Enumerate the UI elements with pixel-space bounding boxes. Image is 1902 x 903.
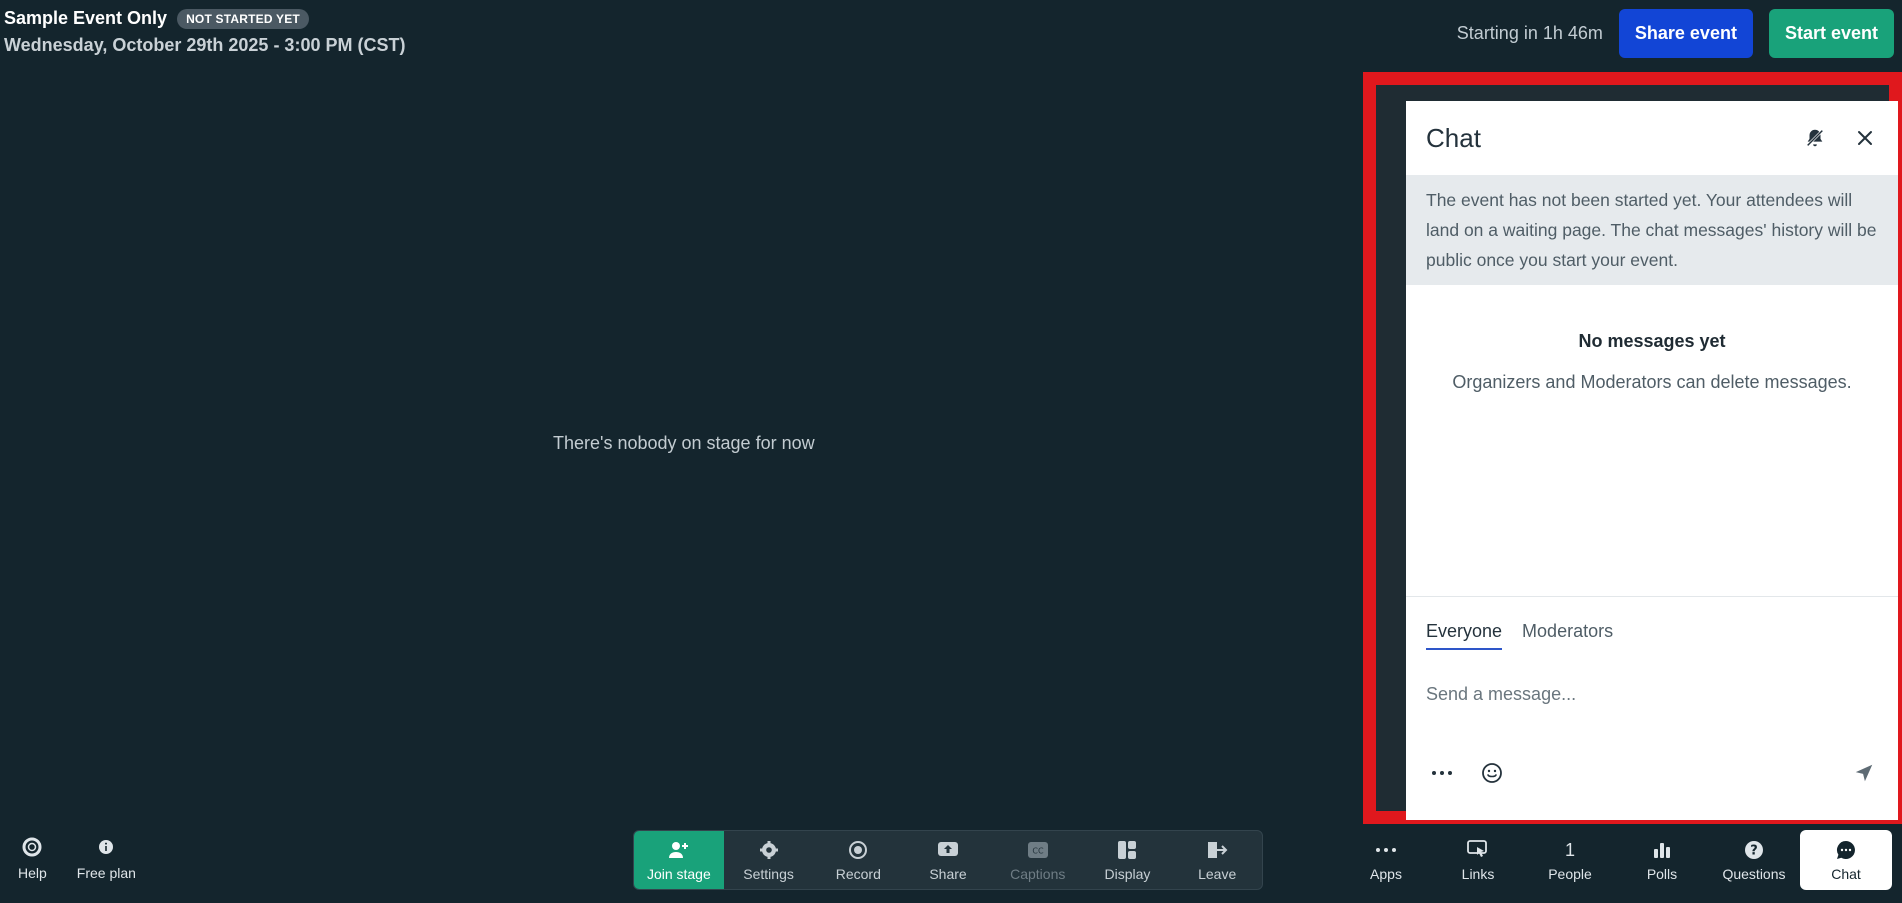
bottom-right-bar: Apps Links 1 People Polls ? Questions Ch… <box>1340 830 1892 890</box>
captions-button[interactable]: CC Captions <box>993 831 1083 889</box>
people-button[interactable]: 1 People <box>1524 830 1616 890</box>
chat-highlight-frame: Chat The event has not been started yet.… <box>1363 72 1902 824</box>
captions-icon: CC <box>1027 838 1049 862</box>
more-icon <box>1375 838 1397 862</box>
countdown-text: Starting in 1h 46m <box>1456 23 1603 43</box>
chat-divider <box>1406 596 1898 597</box>
tab-moderators[interactable]: Moderators <box>1522 621 1613 650</box>
start-event-button[interactable]: Start event <box>1768 9 1894 58</box>
leave-button[interactable]: Leave <box>1172 831 1262 889</box>
people-count: 1 <box>1564 839 1575 860</box>
questions-label: Questions <box>1722 866 1786 882</box>
share-screen-button[interactable]: Share <box>903 831 993 889</box>
tab-everyone[interactable]: Everyone <box>1426 621 1503 650</box>
free-plan-label: Free plan <box>76 865 136 881</box>
link-cursor-icon <box>1467 838 1489 862</box>
lifebuoy-icon <box>22 835 42 859</box>
event-header: Sample Event Only NOT STARTED YET Wednes… <box>4 8 405 56</box>
chat-button[interactable]: Chat <box>1800 830 1892 890</box>
leave-icon <box>1206 838 1228 862</box>
join-stage-label: Join stage <box>646 866 711 882</box>
status-badge: NOT STARTED YET <box>177 8 309 29</box>
join-stage-button[interactable]: Join stage <box>634 831 724 889</box>
chat-empty-title: No messages yet <box>1578 331 1726 351</box>
more-options-icon[interactable] <box>1426 757 1458 789</box>
info-icon <box>98 835 114 859</box>
chat-notice: The event has not been started yet. Your… <box>1406 175 1898 285</box>
chat-empty-subtitle: Organizers and Moderators can delete mes… <box>1452 372 1852 392</box>
close-icon[interactable] <box>1852 125 1878 151</box>
help-label: Help <box>18 865 47 881</box>
free-plan-button[interactable]: Free plan <box>77 835 136 881</box>
question-icon: ? <box>1744 838 1764 862</box>
screen-share-icon <box>937 838 959 862</box>
display-label: Display <box>1104 866 1151 882</box>
links-button[interactable]: Links <box>1432 830 1524 890</box>
chat-label: Chat <box>1831 866 1861 882</box>
svg-text:CC: CC <box>1032 847 1044 856</box>
chat-header: Chat <box>1406 101 1898 175</box>
help-button[interactable]: Help <box>18 835 47 881</box>
questions-button[interactable]: ? Questions <box>1708 830 1800 890</box>
stage-empty-message: There's nobody on stage for now <box>553 433 815 453</box>
user-plus-icon <box>668 838 690 862</box>
display-button[interactable]: Display <box>1083 831 1173 889</box>
share-label: Share <box>929 866 967 882</box>
chat-tabs: Everyone Moderators <box>1426 621 1613 650</box>
layout-icon <box>1117 838 1137 862</box>
event-title: Sample Event Only <box>4 8 168 28</box>
stage-toolbar: Join stage Settings Record Share CC Capt… <box>633 830 1263 890</box>
polls-button[interactable]: Polls <box>1616 830 1708 890</box>
chat-empty-state: No messages yet Organizers and Moderator… <box>1406 331 1898 393</box>
bottom-left-bar: Help Free plan <box>18 835 136 881</box>
share-event-button[interactable]: Share event <box>1618 9 1753 58</box>
record-label: Record <box>835 866 881 882</box>
chat-icon <box>1836 838 1856 862</box>
settings-label: Settings <box>743 866 794 882</box>
header-actions: Starting in 1h 46m Share event Start eve… <box>1457 9 1894 58</box>
chat-panel: Chat The event has not been started yet.… <box>1406 101 1898 820</box>
bell-off-icon[interactable] <box>1802 125 1828 151</box>
emoji-icon[interactable] <box>1476 757 1508 789</box>
captions-label: Captions <box>1010 866 1066 882</box>
record-icon <box>848 838 868 862</box>
polls-label: Polls <box>1646 866 1678 882</box>
chat-tools <box>1426 757 1508 789</box>
people-label: People <box>1548 866 1592 882</box>
message-input[interactable] <box>1426 679 1876 709</box>
settings-button[interactable]: Settings <box>724 831 814 889</box>
bar-chart-icon <box>1653 838 1671 862</box>
event-date: Wednesday, October 29th 2025 - 3:00 PM (… <box>4 35 406 55</box>
apps-label: Apps <box>1370 866 1402 882</box>
apps-button[interactable]: Apps <box>1340 830 1432 890</box>
chat-title: Chat <box>1426 122 1481 153</box>
gear-icon <box>759 838 779 862</box>
send-icon[interactable] <box>1848 757 1880 789</box>
record-button[interactable]: Record <box>813 831 903 889</box>
links-label: Links <box>1461 866 1495 882</box>
leave-label: Leave <box>1198 866 1237 882</box>
svg-text:?: ? <box>1750 844 1758 859</box>
